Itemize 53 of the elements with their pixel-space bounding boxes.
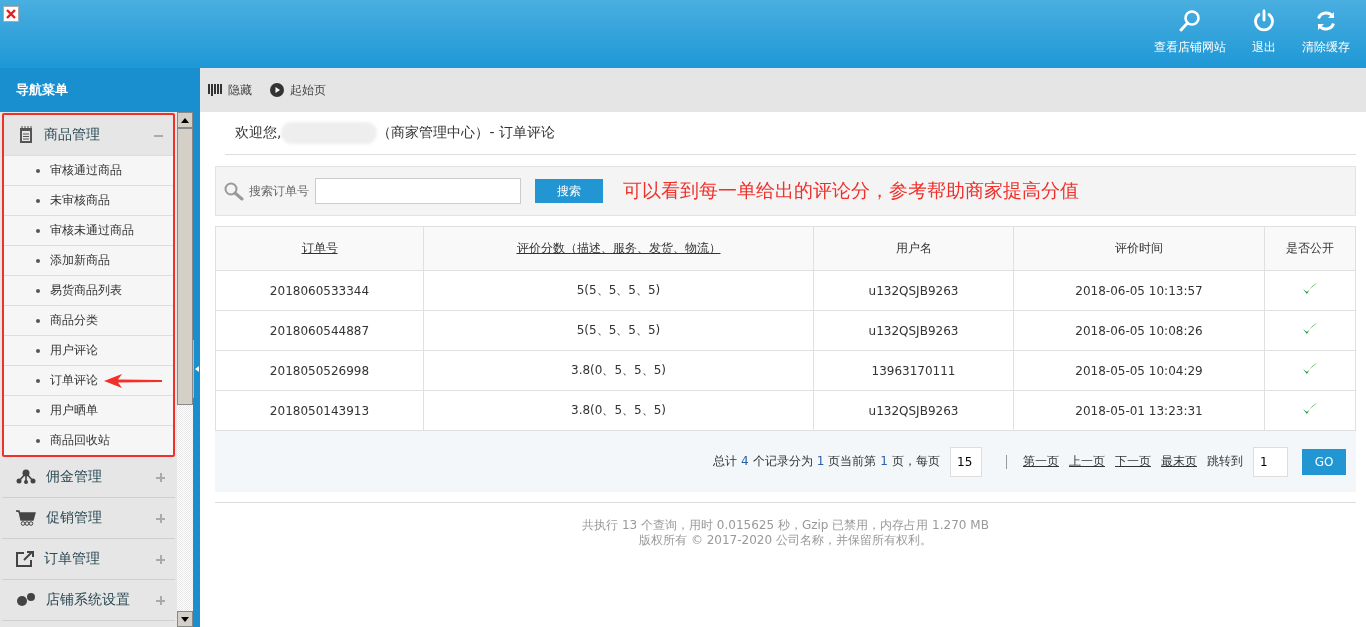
column-header: 评价时间	[1013, 226, 1265, 271]
table-cell: 2018-06-05 10:08:26	[1013, 310, 1265, 351]
menu-item[interactable]: 商品回收站	[4, 425, 173, 455]
menu-item[interactable]: 易货商品列表	[4, 275, 173, 305]
table-cell: 2018-06-05 10:13:57	[1013, 270, 1265, 311]
menu-item[interactable]: 商品分类	[4, 305, 173, 335]
table-cell: 2018-05-01 13:23:31	[1013, 390, 1265, 431]
column-header: 是否公开	[1264, 226, 1356, 271]
table-cell: 2018060533344	[215, 270, 424, 311]
table-cell: 5(5、5、5、5)	[423, 310, 814, 351]
menu-item[interactable]: 审核未通过商品	[4, 215, 173, 245]
jump-label: 跳转到	[1207, 453, 1243, 470]
toolbar-button[interactable]: 隐藏	[208, 81, 252, 99]
page-title: （商家管理中心）- 订单评论	[377, 124, 555, 142]
page-field[interactable]: 1	[1253, 446, 1288, 477]
menu-group[interactable]: 佣金管理	[2, 457, 175, 497]
page-link[interactable]: 最末页	[1161, 453, 1197, 470]
table-cell: 2018060544887	[215, 310, 424, 351]
column-header: 用户名	[813, 226, 1014, 271]
toolbar-button[interactable]: 起始页	[270, 81, 326, 99]
menu-item[interactable]: 用户晒单	[4, 395, 173, 425]
page-link[interactable]: 下一页	[1115, 453, 1151, 470]
table-cell: 2018-05-05 10:04:29	[1013, 350, 1265, 391]
menu-item[interactable]: 用户评论	[4, 335, 173, 365]
table-cell: u132QSJB9263	[813, 270, 1014, 311]
table-cell: 2018050143913	[215, 390, 424, 431]
footer-text: 共执行 13 个查询，用时 0.015625 秒，Gzip 已禁用，内存占用 1.270 MB	[581, 518, 990, 533]
footer-text: 版权所有 © 2017-2020 公司名称，并保留所有权利。	[638, 533, 933, 548]
menu-group[interactable]: 促销管理	[2, 498, 175, 538]
sidebar-title: 导航菜单	[0, 68, 193, 112]
search-label: 搜索订单号	[249, 182, 309, 200]
menu-item[interactable]: 添加新商品	[4, 245, 173, 275]
column-header[interactable]: 评价分数（描述、服务、发货、物流）	[423, 226, 814, 271]
page-link[interactable]: 上一页	[1069, 453, 1105, 470]
menu-group[interactable]: 商品管理	[4, 115, 173, 155]
welcome-text: 欢迎您,	[235, 124, 282, 142]
menu-item[interactable]: 审核通过商品	[4, 155, 173, 185]
column-header[interactable]: 订单号	[215, 226, 424, 271]
table-cell: 5(5、5、5、5)	[423, 270, 814, 311]
page-link[interactable]: 第一页	[1023, 453, 1059, 470]
menu-group[interactable]: 店铺系统设置	[2, 580, 175, 620]
table-cell: u132QSJB9263	[813, 310, 1014, 351]
table-cell: u132QSJB9263	[813, 390, 1014, 431]
table-cell: 3.8(0、5、5、5)	[423, 350, 814, 391]
record-summary: 总计 4 个记录分为 1 页当前第 1 页，每页	[713, 453, 940, 470]
table-cell: 2018050526998	[215, 350, 424, 391]
table-cell: 13963170111	[813, 350, 1014, 391]
annotation-text: 可以看到每一单给出的评论分，参考帮助商家提高分值	[623, 178, 1079, 203]
table-cell: 3.8(0、5、5、5)	[423, 390, 814, 431]
per-page-field[interactable]: 15	[950, 446, 982, 477]
menu-group[interactable]: 订单管理	[2, 539, 175, 579]
menu-item[interactable]: 订单评论	[4, 365, 173, 395]
menu-item[interactable]: 未审核商品	[4, 185, 173, 215]
